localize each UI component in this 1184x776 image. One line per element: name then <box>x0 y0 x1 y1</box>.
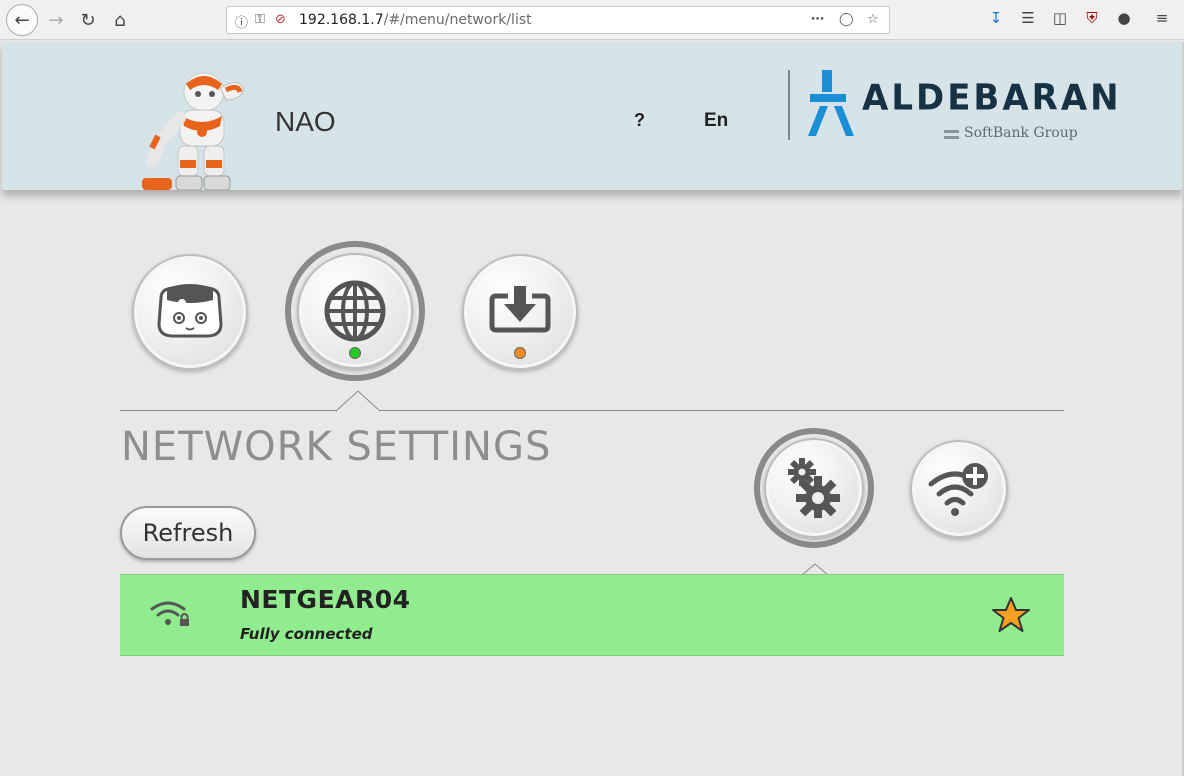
page-actions-icon[interactable]: ⋯ <box>811 12 824 27</box>
brand-subtitle: SoftBank Group <box>964 125 1078 141</box>
gears-icon <box>788 458 840 518</box>
network-list-item[interactable]: NETGEAR04 Fully connected <box>120 574 1064 656</box>
ublock-icon[interactable]: ⛨ <box>1082 9 1102 27</box>
download-arrow-icon[interactable]: ↧ <box>986 9 1006 27</box>
network-status: Fully connected <box>240 625 373 643</box>
nao-robot-illustration <box>142 72 245 190</box>
home-icon: ⌂ <box>114 9 126 31</box>
language-selector[interactable]: En <box>704 110 728 132</box>
arrow-left-icon: ← <box>14 9 30 31</box>
reload-icon: ↻ <box>80 9 96 31</box>
wifi-secured-icon <box>150 601 189 626</box>
header-divider <box>788 70 790 140</box>
robot-head-icon <box>157 284 223 338</box>
network-ssid: NETGEAR04 <box>240 585 411 614</box>
menu-icon[interactable]: ≡ <box>1152 9 1172 27</box>
home-button[interactable]: ⌂ <box>106 6 134 34</box>
pocket-icon[interactable]: ◯ <box>839 12 854 27</box>
arrow-right-icon: → <box>48 9 64 31</box>
account-icon[interactable]: ● <box>1114 9 1134 27</box>
tab-pointer <box>336 390 380 412</box>
section-title: NETWORK SETTINGS <box>121 424 552 470</box>
brand-name: ALDEBARAN <box>862 77 1122 119</box>
insecure-lock-icon[interactable]: ⊘ <box>275 12 286 27</box>
app-header: NAO ? En ALDEBARAN SoftBank Group <box>2 42 1182 190</box>
add-network-button[interactable] <box>910 440 1008 538</box>
bookmark-star-icon[interactable]: ☆ <box>867 12 879 27</box>
refresh-button[interactable]: Refresh <box>120 506 256 560</box>
sidebar-icon[interactable]: ◫ <box>1050 9 1070 27</box>
help-link[interactable]: ? <box>634 110 645 131</box>
globe-icon <box>324 280 386 342</box>
tab-robot[interactable] <box>132 254 248 370</box>
key-icon: ⚿ <box>255 12 265 27</box>
favorite-star-icon[interactable] <box>992 597 1030 633</box>
download-icon <box>489 286 551 333</box>
info-icon[interactable]: ⓘ <box>235 12 248 31</box>
robot-name: NAO <box>275 106 336 137</box>
url-bar[interactable]: ⓘ ⚿ ⊘ 192.168.1.7/#/menu/network/list ⋯ … <box>226 6 890 34</box>
url-text[interactable]: 192.168.1.7/#/menu/network/list <box>299 12 532 28</box>
reload-button[interactable]: ↻ <box>74 6 102 34</box>
wifi-add-icon <box>928 463 988 516</box>
update-status-dot <box>514 347 526 359</box>
forward-button[interactable]: → <box>42 6 70 34</box>
section-divider <box>120 410 1064 411</box>
network-status-dot <box>349 347 361 359</box>
aldebaran-logo-icon <box>808 70 854 136</box>
browser-toolbar: ← → ↻ ⌂ ⓘ ⚿ ⊘ 192.168.1.7/#/menu/network… <box>0 0 1184 40</box>
softbank-logo-icon <box>944 130 959 139</box>
back-button[interactable]: ← <box>6 4 38 36</box>
advanced-settings-button[interactable] <box>764 438 864 538</box>
library-icon[interactable]: ☰ <box>1018 9 1038 27</box>
